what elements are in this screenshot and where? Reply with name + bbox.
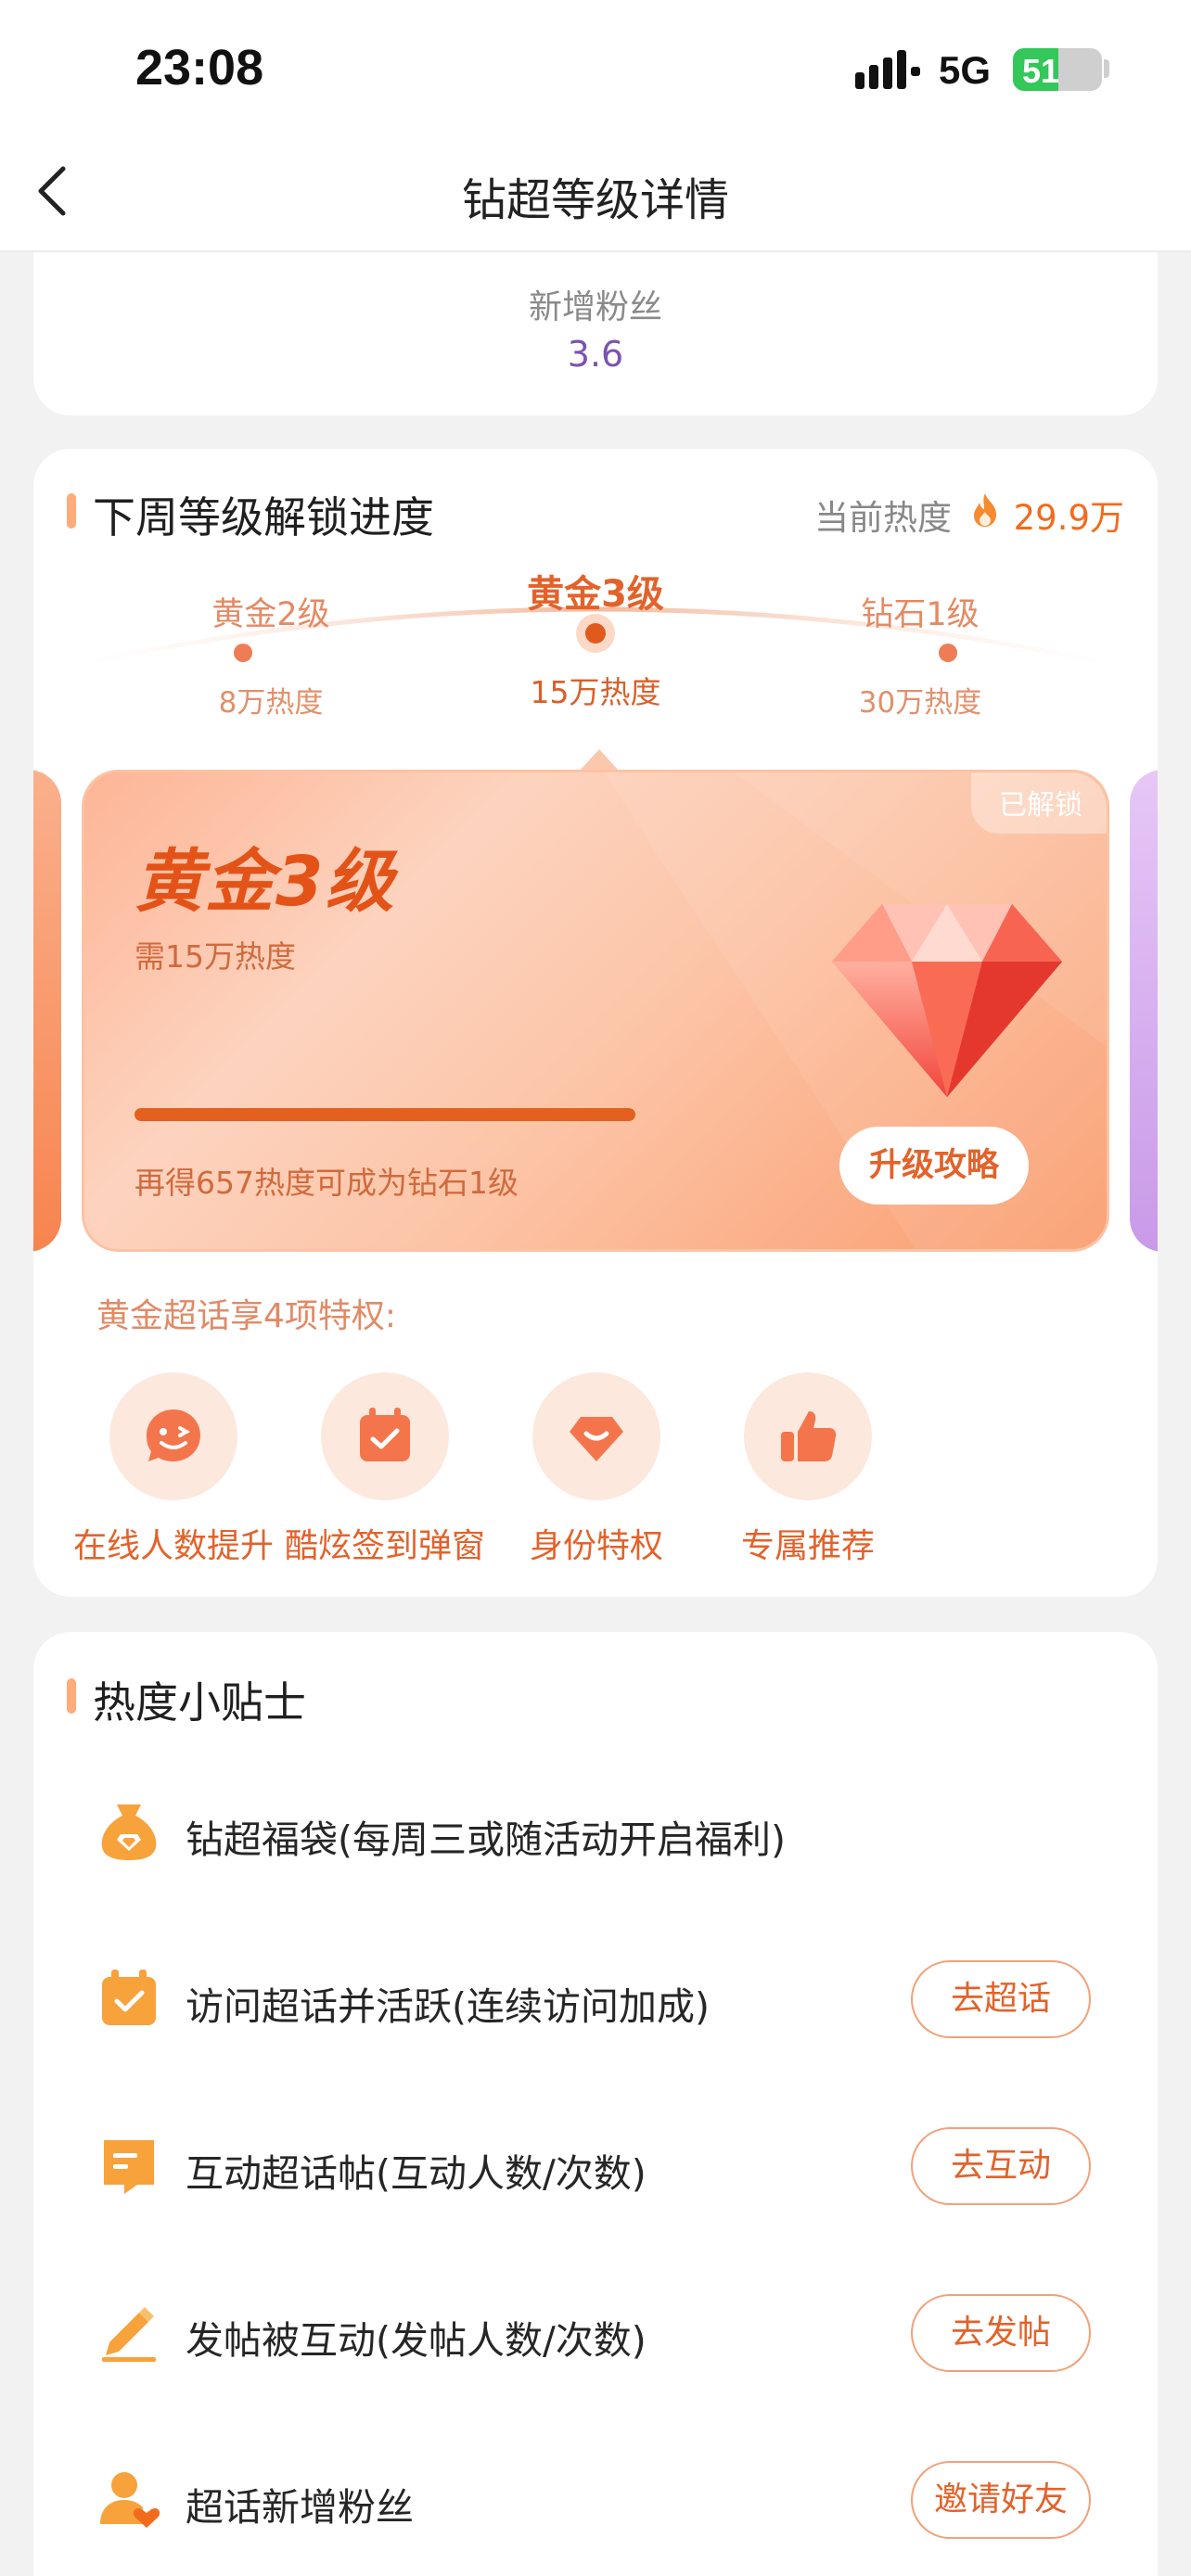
calendar-check-icon <box>360 1408 410 1461</box>
current-heat-label: 当前热度 <box>814 498 952 538</box>
section-title: 下周等级解锁进度 <box>93 492 434 542</box>
signal-icon <box>855 50 920 89</box>
page-title: 钻超等级详情 <box>461 174 729 226</box>
timeline-heat-next: 30万热度 <box>858 686 982 720</box>
level-progress-bar <box>134 1108 635 1121</box>
timeline-dot <box>939 644 957 662</box>
go-chaohua-button[interactable]: 去超话 <box>911 1960 1091 2038</box>
diamond-icon <box>832 904 1062 1097</box>
heat-tips-card: 热度小贴士 钻超福袋(每周三或随活动开启福利) 访问超话并活跃(连续访问加成) … <box>33 1632 1158 2576</box>
timeline-level-next[interactable]: 钻石1级 <box>800 588 1041 635</box>
battery-cap <box>1104 59 1109 78</box>
timeline-dot <box>234 644 252 662</box>
timeline-heat-current: 15万热度 <box>530 674 661 710</box>
perk-identity[interactable]: 身份特权 <box>490 1372 703 1576</box>
perk-label: 专属推荐 <box>740 1527 875 1565</box>
perk-icon-bg <box>744 1372 872 1500</box>
current-heat-value: 29.9万 <box>1013 498 1124 538</box>
go-post-button[interactable]: 去发帖 <box>911 2294 1091 2372</box>
battery-percent: 51 <box>1022 52 1060 90</box>
battery-indicator: 51 <box>1013 48 1102 91</box>
tip-text: 发帖被互动(发帖人数/次数) <box>186 2318 647 2363</box>
perk-icon-bg <box>532 1372 660 1500</box>
section-title: 热度小贴士 <box>93 1677 306 1728</box>
thumbs-up-icon <box>781 1411 837 1461</box>
upgrade-guide-button[interactable]: 升级攻略 <box>839 1127 1029 1205</box>
status-time: 23:08 <box>135 40 264 96</box>
smile-chat-icon <box>147 1409 200 1461</box>
nav-bar: 钻超等级详情 <box>0 139 1191 252</box>
summary-card: 新增粉丝 3.6 <box>33 252 1158 415</box>
lucky-bag-icon <box>101 1804 157 1860</box>
level-name: 黄金3级 <box>134 842 396 922</box>
section-accent-bar <box>67 493 76 529</box>
user-heart-icon <box>100 2472 160 2528</box>
tip-text: 访问超话并活跃(连续访问加成) <box>186 1984 710 2029</box>
network-type: 5G <box>939 48 992 92</box>
new-fans-value: 3.6 <box>567 334 624 375</box>
tip-row: 互动超话帖(互动人数/次数) 去互动 <box>33 2111 1158 2222</box>
tip-row: 发帖被互动(发帖人数/次数) 去发帖 <box>33 2277 1158 2389</box>
level-progress-card: 下周等级解锁进度 当前热度 29.9万 黄金2级 8万热度 黄金3级 15万热度… <box>33 449 1158 1597</box>
perk-icon-bg <box>109 1372 237 1500</box>
tip-text: 互动超话帖(互动人数/次数) <box>186 2151 647 2196</box>
calendar-check-icon <box>102 1970 156 2025</box>
tip-row: 访问超话并活跃(连续访问加成) 去超话 <box>33 1944 1158 2055</box>
section-accent-bar <box>67 1678 76 1714</box>
invite-friends-button[interactable]: 邀请好友 <box>911 2461 1091 2539</box>
perk-online-boost[interactable]: 在线人数提升 <box>67 1372 280 1576</box>
pencil-icon <box>102 2307 156 2362</box>
perk-recommend[interactable]: 专属推荐 <box>701 1372 915 1576</box>
tip-row: 钻超福袋(每周三或随活动开启福利) <box>33 1777 1158 1888</box>
flame-icon <box>974 493 996 527</box>
perk-checkin-popup[interactable]: 酷炫签到弹窗 <box>278 1372 492 1576</box>
tip-row: 超话新增粉丝 邀请好友 <box>33 2444 1158 2556</box>
timeline-level-prev[interactable]: 黄金2级 <box>150 588 391 635</box>
status-bar: 23:08 5G 51 <box>0 0 1191 139</box>
next-level-card-peek[interactable] <box>1130 770 1158 1252</box>
gem-badge-icon <box>570 1417 623 1461</box>
level-requirement: 需15万热度 <box>134 938 296 975</box>
level-remaining-text: 再得657热度可成为钻石1级 <box>134 1165 519 1201</box>
timeline-heat-prev: 8万热度 <box>218 686 324 720</box>
bookmark-note-icon <box>104 2140 154 2194</box>
new-fans-label: 新增粉丝 <box>528 288 662 326</box>
level-card-pointer <box>579 749 620 772</box>
go-interact-button[interactable]: 去互动 <box>911 2127 1091 2205</box>
current-level-card: 已解锁 黄金3级 需15万热度 再得657热度可成为钻石1级 升级攻略 <box>82 770 1109 1252</box>
timeline-dot-current <box>585 623 606 644</box>
unlocked-badge: 已解锁 <box>971 772 1107 834</box>
perk-icon-bg <box>321 1372 449 1500</box>
tip-text: 超话新增粉丝 <box>186 2485 414 2530</box>
tip-text: 钻超福袋(每周三或随活动开启福利) <box>186 1817 786 1862</box>
level-timeline: 黄金2级 8万热度 黄金3级 15万热度 钻石1级 30万热度 <box>33 569 1158 755</box>
level-progress-fill <box>134 1108 635 1121</box>
timeline-level-current[interactable]: 黄金3级 <box>475 564 716 618</box>
perks-title: 黄金超话享4项特权: <box>96 1297 397 1335</box>
prev-level-card-peek[interactable] <box>33 770 61 1252</box>
